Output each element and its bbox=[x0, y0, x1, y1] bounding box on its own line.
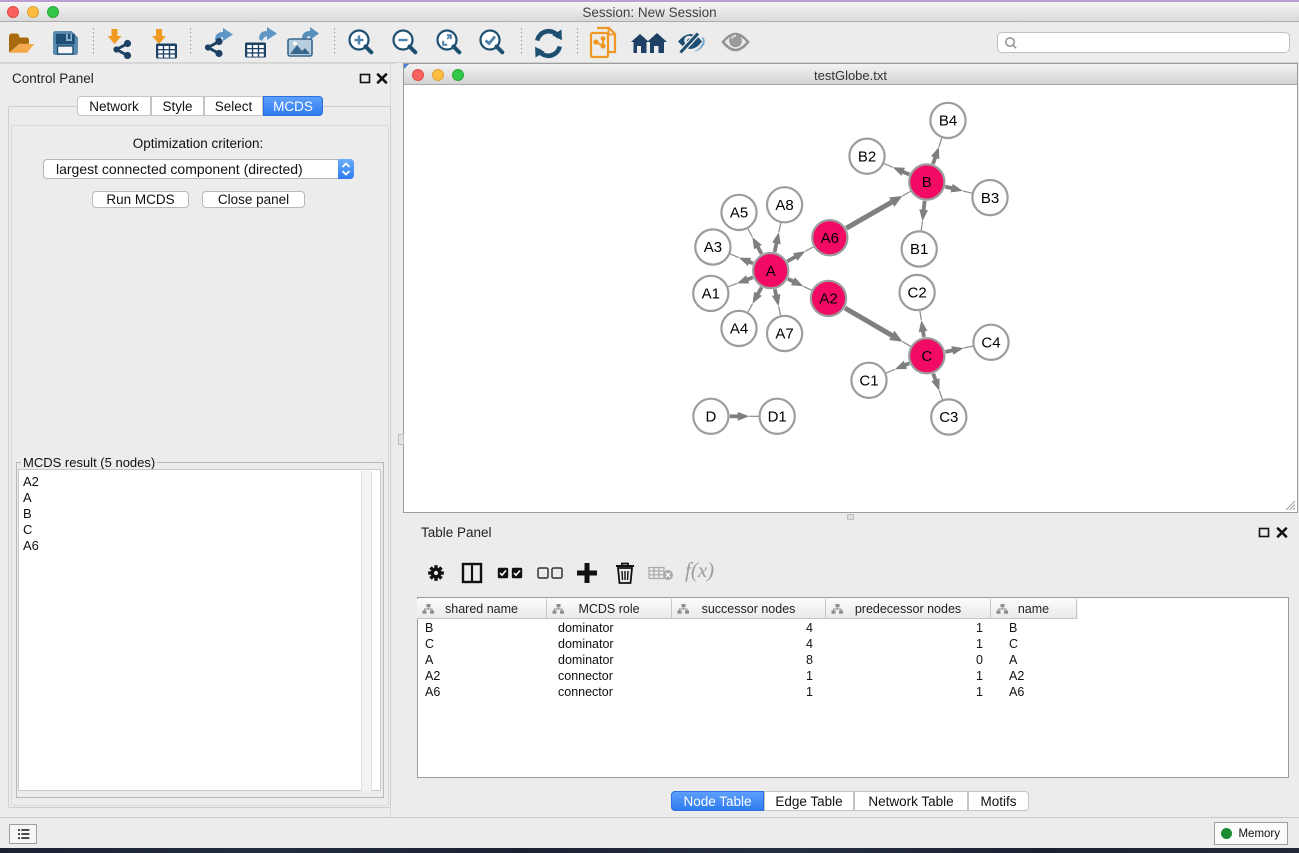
svg-text:A4: A4 bbox=[730, 321, 748, 338]
svg-text:C4: C4 bbox=[981, 335, 1000, 352]
svg-text:B3: B3 bbox=[981, 190, 999, 207]
svg-text:A7: A7 bbox=[775, 326, 793, 343]
svg-text:C: C bbox=[921, 348, 932, 365]
svg-text:C3: C3 bbox=[939, 409, 958, 426]
svg-text:A1: A1 bbox=[702, 286, 720, 303]
svg-text:A3: A3 bbox=[704, 239, 722, 256]
svg-text:B4: B4 bbox=[939, 113, 957, 130]
svg-text:C1: C1 bbox=[859, 373, 878, 390]
svg-text:B1: B1 bbox=[910, 241, 928, 258]
svg-text:A: A bbox=[766, 263, 776, 280]
svg-text:A6: A6 bbox=[821, 230, 839, 247]
svg-text:A2: A2 bbox=[819, 291, 837, 308]
svg-text:C2: C2 bbox=[908, 285, 927, 302]
svg-text:B: B bbox=[922, 174, 932, 191]
svg-text:D: D bbox=[705, 409, 716, 426]
svg-text:A8: A8 bbox=[775, 197, 793, 214]
svg-text:A5: A5 bbox=[730, 205, 748, 222]
svg-text:B2: B2 bbox=[858, 148, 876, 165]
svg-text:D1: D1 bbox=[768, 409, 787, 426]
